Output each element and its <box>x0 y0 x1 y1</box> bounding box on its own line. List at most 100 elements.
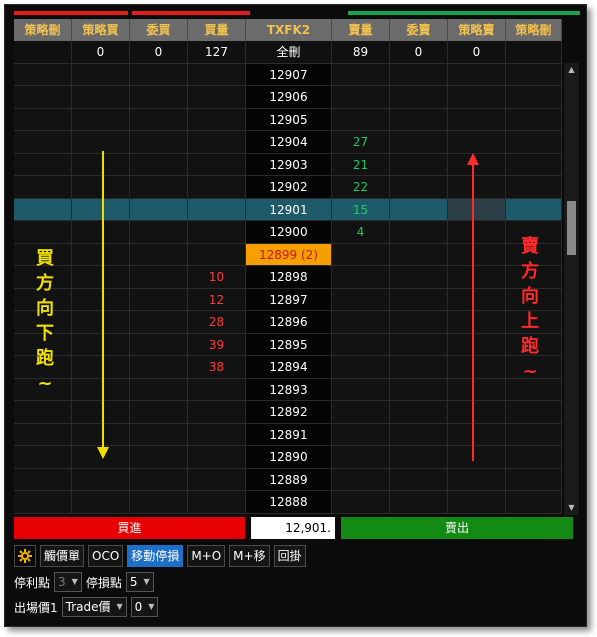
strategy-sell-cell[interactable] <box>448 63 506 86</box>
summary-pending-sell[interactable]: 0 <box>390 41 448 64</box>
pending-sell-cell[interactable] <box>390 311 448 334</box>
price-cell[interactable]: 12898 <box>246 266 332 289</box>
strategy-delete-buy-cell[interactable] <box>14 468 72 491</box>
ask-qty-cell[interactable] <box>332 333 390 356</box>
strategy-delete-sell-cell[interactable] <box>506 176 562 199</box>
col-pending-sell[interactable]: 委賣 <box>390 19 448 41</box>
strategy-delete-sell-cell[interactable] <box>506 198 562 221</box>
strategy-delete-sell-cell[interactable] <box>506 131 562 154</box>
strategy-buy-cell[interactable] <box>72 63 130 86</box>
pending-sell-cell[interactable] <box>390 288 448 311</box>
bid-qty-cell[interactable]: 28 <box>188 311 246 334</box>
ask-qty-cell[interactable] <box>332 423 390 446</box>
price-cell[interactable]: 12900 <box>246 221 332 244</box>
bid-qty-cell[interactable] <box>188 221 246 244</box>
strategy-delete-sell-cell[interactable] <box>506 86 562 109</box>
buy-button[interactable]: 買進 <box>14 517 245 539</box>
summary-pending-buy[interactable]: 0 <box>130 41 188 64</box>
ask-qty-cell[interactable] <box>332 378 390 401</box>
exit-price-type-select[interactable]: Trade價 ▼ <box>61 597 127 617</box>
bid-qty-cell[interactable] <box>188 63 246 86</box>
pending-buy-cell[interactable] <box>130 401 188 424</box>
pending-sell-cell[interactable] <box>390 446 448 469</box>
ask-qty-cell[interactable] <box>332 401 390 424</box>
summary-strategy-sell[interactable]: 0 <box>448 41 506 64</box>
strategy-delete-sell-cell[interactable] <box>506 63 562 86</box>
col-symbol[interactable]: TXFK2 <box>246 19 332 41</box>
pending-buy-cell[interactable] <box>130 333 188 356</box>
pending-buy-cell[interactable] <box>130 131 188 154</box>
triangle-down-icon[interactable]: ▼ <box>564 501 579 515</box>
strategy-sell-cell[interactable] <box>448 108 506 131</box>
price-cell[interactable]: 12901 <box>246 198 332 221</box>
strategy-buy-cell[interactable] <box>72 491 130 514</box>
pending-sell-cell[interactable] <box>390 266 448 289</box>
bid-qty-cell[interactable] <box>188 153 246 176</box>
triangle-up-icon[interactable]: ▲ <box>564 63 579 77</box>
strategy-delete-sell-cell[interactable] <box>506 446 562 469</box>
ask-qty-cell[interactable] <box>332 86 390 109</box>
summary-strategy-buy[interactable]: 0 <box>72 41 130 64</box>
strategy-delete-buy-cell[interactable] <box>14 423 72 446</box>
bid-qty-cell[interactable] <box>188 423 246 446</box>
pending-buy-cell[interactable] <box>130 221 188 244</box>
m-plus-o-button[interactable]: M+O <box>187 545 226 567</box>
bid-qty-cell[interactable] <box>188 108 246 131</box>
strategy-sell-cell[interactable] <box>448 491 506 514</box>
bid-qty-cell[interactable] <box>188 198 246 221</box>
ask-qty-cell[interactable]: 27 <box>332 131 390 154</box>
strategy-sell-cell[interactable] <box>448 468 506 491</box>
pending-sell-cell[interactable] <box>390 108 448 131</box>
strategy-delete-buy-cell[interactable] <box>14 401 72 424</box>
pending-sell-cell[interactable] <box>390 198 448 221</box>
pending-buy-cell[interactable] <box>130 198 188 221</box>
ask-qty-cell[interactable] <box>332 468 390 491</box>
ladder-scrollbar[interactable]: ▲ ▼ <box>564 63 579 515</box>
strategy-delete-buy-cell[interactable] <box>14 446 72 469</box>
ask-qty-cell[interactable] <box>332 266 390 289</box>
bid-qty-cell[interactable] <box>188 243 246 266</box>
pending-buy-cell[interactable] <box>130 176 188 199</box>
strategy-delete-buy-cell[interactable] <box>14 176 72 199</box>
strategy-delete-sell-cell[interactable] <box>506 423 562 446</box>
pending-buy-cell[interactable] <box>130 468 188 491</box>
strategy-buy-cell[interactable] <box>72 108 130 131</box>
pending-buy-cell[interactable] <box>130 153 188 176</box>
pending-buy-cell[interactable] <box>130 63 188 86</box>
pending-sell-cell[interactable] <box>390 468 448 491</box>
bid-qty-cell[interactable]: 38 <box>188 356 246 379</box>
pending-buy-cell[interactable] <box>130 266 188 289</box>
pending-buy-cell[interactable] <box>130 446 188 469</box>
price-cell[interactable]: 12906 <box>246 86 332 109</box>
ask-qty-cell[interactable] <box>332 243 390 266</box>
ask-qty-cell[interactable]: 21 <box>332 153 390 176</box>
scrollbar-thumb[interactable] <box>567 201 576 255</box>
strategy-delete-sell-cell[interactable] <box>506 153 562 176</box>
strategy-buy-cell[interactable] <box>72 86 130 109</box>
stop-loss-select[interactable]: 5 ▼ <box>125 572 154 592</box>
bid-qty-cell[interactable] <box>188 401 246 424</box>
pending-sell-cell[interactable] <box>390 176 448 199</box>
pending-buy-cell[interactable] <box>130 86 188 109</box>
pending-sell-cell[interactable] <box>390 131 448 154</box>
oco-button[interactable]: OCO <box>88 545 124 567</box>
price-cell[interactable]: 12899 (2) <box>246 243 332 266</box>
delete-all-button[interactable]: 全刪 <box>246 41 332 64</box>
col-ask-qty[interactable]: 賣量 <box>332 19 390 41</box>
strategy-delete-sell-cell[interactable] <box>506 468 562 491</box>
pending-sell-cell[interactable] <box>390 378 448 401</box>
ask-qty-cell[interactable] <box>332 311 390 334</box>
price-cell[interactable]: 12903 <box>246 153 332 176</box>
strategy-delete-sell-cell[interactable] <box>506 108 562 131</box>
pending-buy-cell[interactable] <box>130 491 188 514</box>
col-pending-buy[interactable]: 委買 <box>130 19 188 41</box>
price-cell[interactable]: 12894 <box>246 356 332 379</box>
pending-sell-cell[interactable] <box>390 401 448 424</box>
price-cell[interactable]: 12902 <box>246 176 332 199</box>
col-strategy-delete-sell[interactable]: 策略刪 <box>506 19 562 41</box>
price-cell[interactable]: 12904 <box>246 131 332 154</box>
price-cell[interactable]: 12893 <box>246 378 332 401</box>
pending-buy-cell[interactable] <box>130 423 188 446</box>
stop-profit-select[interactable]: 3 ▼ <box>54 572 82 592</box>
pending-sell-cell[interactable] <box>390 153 448 176</box>
